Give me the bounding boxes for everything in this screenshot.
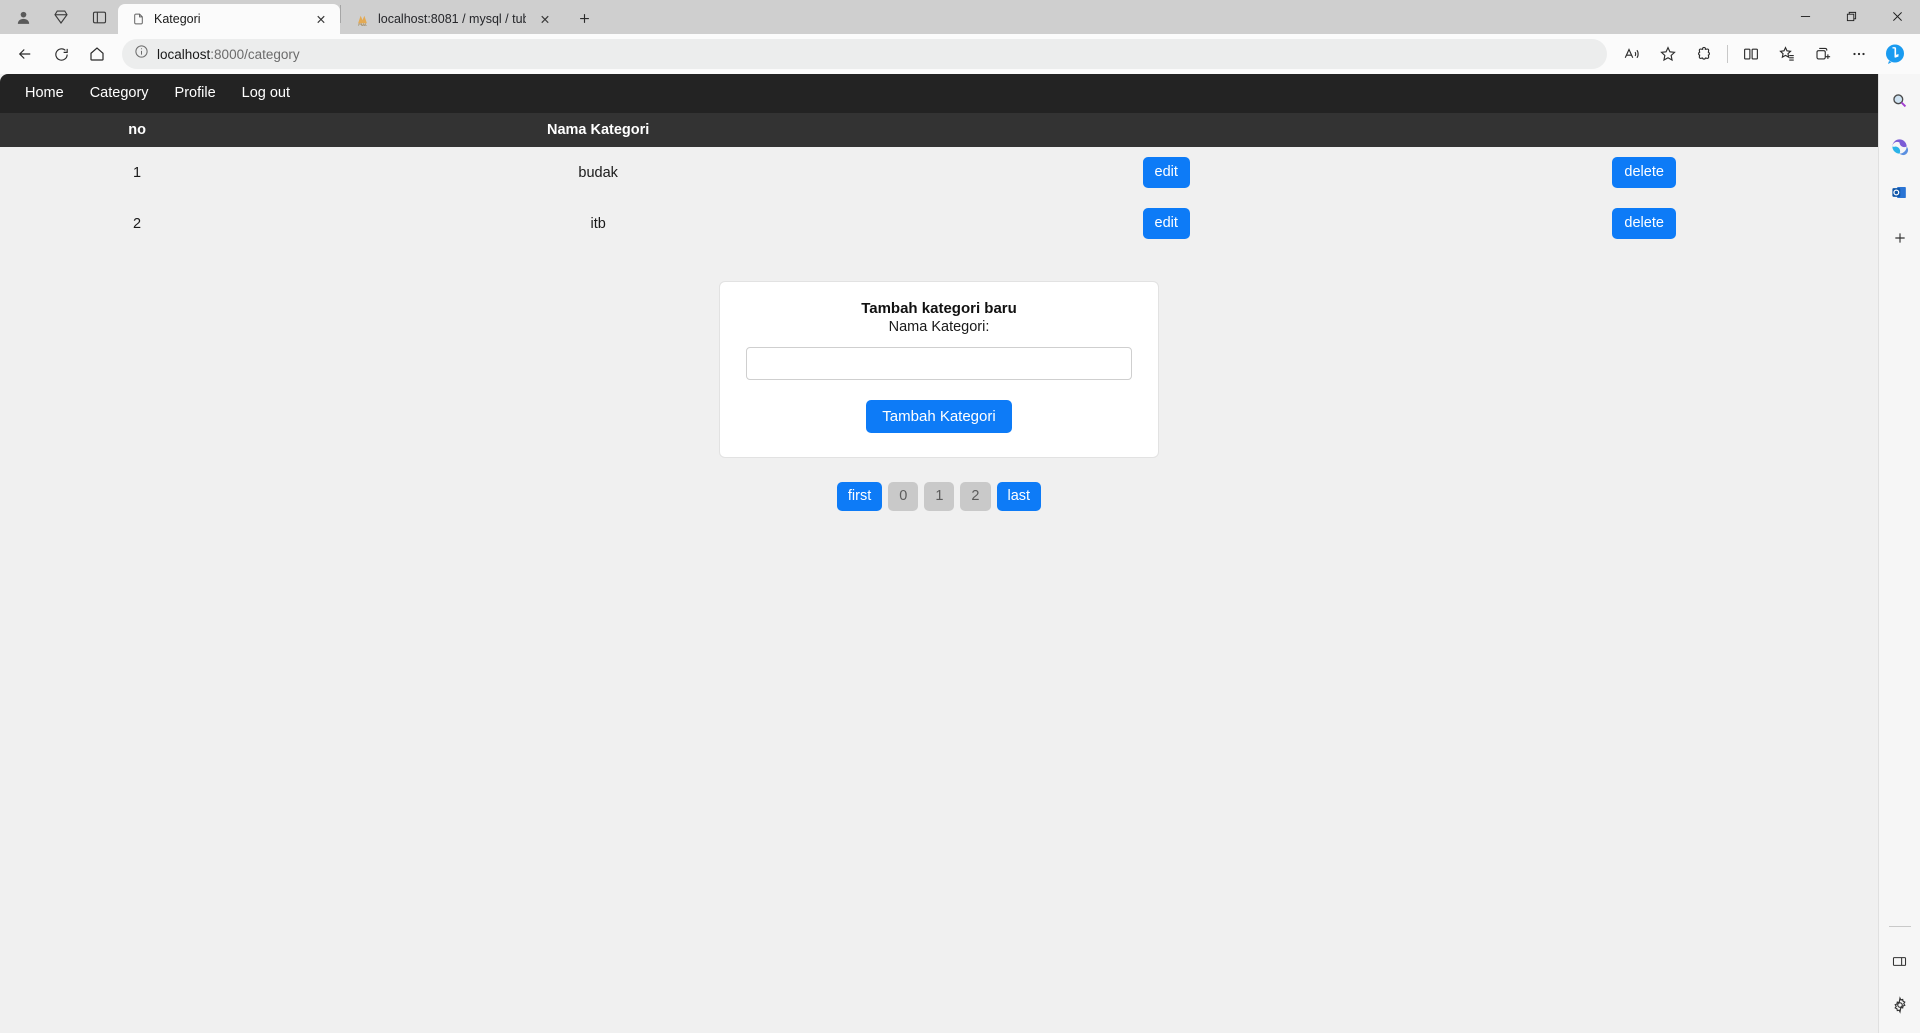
tab-divider	[340, 5, 341, 23]
tab-phpmyadmin[interactable]: PMA localhost:8081 / mysql / tubes-d ✕	[342, 4, 564, 34]
home-icon[interactable]	[80, 39, 114, 69]
column-header-delete	[1410, 113, 1878, 147]
pagination-last[interactable]: last	[996, 482, 1042, 511]
nav-link-profile[interactable]: Profile	[162, 74, 229, 113]
nav-link-category[interactable]: Category	[77, 74, 162, 113]
column-header-no: no	[128, 122, 146, 138]
person-icon[interactable]	[4, 0, 42, 34]
cell-no: 1	[133, 164, 142, 181]
column-header-nama-kategori: Nama Kategori	[546, 122, 650, 138]
cell-nama: itb	[590, 215, 606, 232]
outlook-icon[interactable]	[1886, 178, 1914, 206]
plus-icon[interactable]	[1886, 224, 1914, 252]
toolbar-actions	[1615, 39, 1912, 69]
tab-actions-icon[interactable]	[80, 0, 118, 34]
pagination-page-1[interactable]: 1	[924, 482, 955, 511]
address-bar-url: localhost:8000/category	[157, 47, 300, 62]
card-title: Tambah kategori baru	[861, 300, 1017, 317]
table-header: no Nama Kategori	[0, 113, 1878, 147]
workspaces-icon[interactable]	[42, 0, 80, 34]
url-host: localhost	[157, 46, 211, 62]
tambah-kategori-button[interactable]: Tambah Kategori	[866, 400, 1012, 433]
add-category-card: Tambah kategori baru Nama Kategori: Tamb…	[719, 281, 1159, 458]
svg-text:PMA: PMA	[358, 22, 367, 26]
browser-viewport: Home Category Profile Log out no Nama Ka…	[0, 74, 1920, 1033]
minimize-button[interactable]	[1782, 0, 1828, 32]
info-icon[interactable]	[134, 44, 149, 64]
card-actions: Tambah Kategori	[746, 380, 1132, 433]
more-options-icon[interactable]	[1842, 39, 1876, 69]
address-bar[interactable]: localhost:8000/category	[122, 39, 1607, 69]
sidebar-pane-icon[interactable]	[1886, 947, 1914, 975]
new-tab-button[interactable]	[568, 3, 600, 33]
nav-link-home[interactable]: Home	[12, 74, 77, 113]
tab-title: Kategori	[154, 12, 201, 26]
table-body: 1 budak edit delete 2 itb edit delete	[0, 147, 1878, 249]
cell-nama: budak	[578, 164, 618, 181]
cell-edit: edit	[922, 147, 1410, 198]
edit-button[interactable]: edit	[1142, 157, 1190, 188]
gear-icon[interactable]	[1886, 991, 1914, 1019]
web-page: Home Category Profile Log out no Nama Ka…	[0, 74, 1878, 1033]
nav-link-logout[interactable]: Log out	[229, 74, 303, 113]
delete-button[interactable]: delete	[1612, 208, 1676, 239]
browser-toolbar: localhost:8000/category	[0, 34, 1920, 74]
cell-edit: edit	[922, 198, 1410, 249]
window-controls	[1782, 0, 1920, 34]
search-icon[interactable]	[1886, 86, 1914, 114]
edge-sidebar	[1878, 74, 1920, 1033]
page-icon	[130, 11, 146, 27]
table-row: 2 itb edit delete	[0, 198, 1878, 249]
sidebar-divider	[1888, 926, 1911, 927]
close-icon[interactable]: ✕	[534, 8, 556, 30]
table-row: 1 budak edit delete	[0, 147, 1878, 198]
site-navbar: Home Category Profile Log out	[0, 74, 1878, 113]
category-table: no Nama Kategori 1 budak edit delete 2 i…	[0, 113, 1878, 249]
delete-button[interactable]: delete	[1612, 157, 1676, 188]
browser-essentials-icon[interactable]	[1806, 39, 1840, 69]
phpmyadmin-icon: PMA	[354, 11, 370, 27]
bing-copilot-icon[interactable]	[1878, 39, 1912, 69]
table-header-row: no Nama Kategori	[0, 113, 1878, 147]
collections-icon[interactable]	[1770, 39, 1804, 69]
toolbar-divider	[1727, 45, 1728, 63]
microsoft-365-icon[interactable]	[1886, 132, 1914, 160]
pagination-page-2[interactable]: 2	[960, 482, 991, 511]
tab-strip: Kategori ✕ PMA localhost:8081 / mysql / …	[0, 0, 1920, 34]
read-aloud-icon[interactable]	[1615, 39, 1649, 69]
pagination: first 0 1 2 last	[0, 482, 1878, 511]
pagination-first[interactable]: first	[836, 482, 883, 511]
cell-no: 2	[133, 215, 142, 232]
tab-kategori[interactable]: Kategori ✕	[118, 4, 340, 34]
close-icon[interactable]: ✕	[310, 8, 332, 30]
url-path: :8000/category	[210, 46, 300, 62]
sidebar-bottom	[1886, 926, 1914, 1033]
pagination-page-0[interactable]: 0	[888, 482, 919, 511]
nama-kategori-input[interactable]	[746, 347, 1132, 380]
edit-button[interactable]: edit	[1142, 208, 1190, 239]
star-icon[interactable]	[1651, 39, 1685, 69]
refresh-icon[interactable]	[44, 39, 78, 69]
restore-button[interactable]	[1828, 0, 1874, 32]
split-screen-icon[interactable]	[1734, 39, 1768, 69]
browser-window: Kategori ✕ PMA localhost:8081 / mysql / …	[0, 0, 1920, 1033]
close-button[interactable]	[1874, 0, 1920, 32]
extensions-icon[interactable]	[1687, 39, 1721, 69]
tab-title: localhost:8081 / mysql / tubes-d	[378, 12, 526, 26]
cell-delete: delete	[1410, 198, 1878, 249]
back-arrow-icon[interactable]	[8, 39, 42, 69]
cell-delete: delete	[1410, 147, 1878, 198]
nama-kategori-label: Nama Kategori:	[888, 319, 990, 335]
column-header-edit	[922, 113, 1410, 147]
